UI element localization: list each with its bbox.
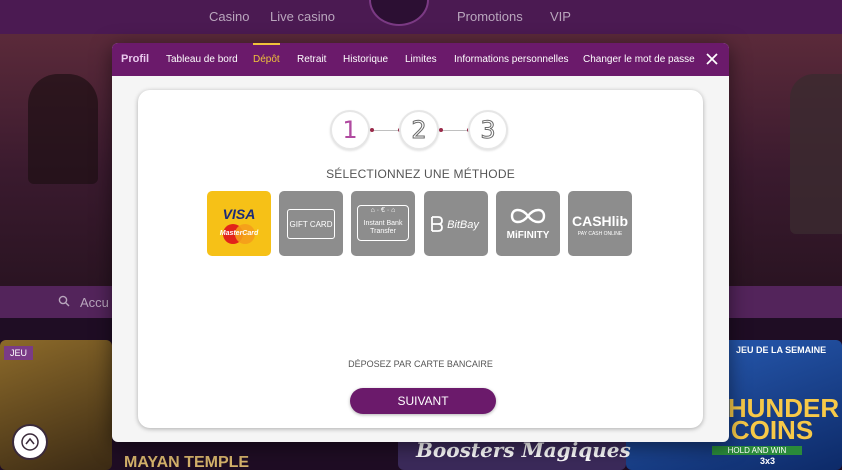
chat-icon xyxy=(21,433,39,451)
method-hint: DÉPOSEZ PAR CARTE BANCAIRE xyxy=(348,359,493,369)
game-subtitle-thunder-coins: HOLD AND WIN xyxy=(712,446,802,455)
step-3: 3 xyxy=(468,110,508,150)
hero-character-image xyxy=(790,74,842,234)
hero-dealer-image xyxy=(28,74,98,184)
tab-deposit[interactable]: Dépôt xyxy=(253,54,280,65)
site-logo[interactable] xyxy=(369,0,429,26)
close-icon[interactable] xyxy=(702,49,722,69)
bitbay-label: BitBay xyxy=(447,219,479,231)
method-bitbay[interactable]: BitBay xyxy=(424,191,488,256)
infinity-icon xyxy=(510,208,546,224)
method-instant-bank-transfer[interactable]: ⌂ · € · ⌂ Instant Bank Transfer xyxy=(351,191,415,256)
method-visa-mastercard[interactable]: VISA MasterCard xyxy=(207,191,271,256)
method-cashlib[interactable]: CASHlib PAY CASH ONLINE xyxy=(568,191,632,256)
step-2: 2 xyxy=(399,110,439,150)
game-multiplier-thunder-coins: 3x3 xyxy=(760,456,776,466)
tab-history[interactable]: Historique xyxy=(343,54,388,65)
step-1: 1 xyxy=(330,110,370,150)
tab-limits[interactable]: Limites xyxy=(405,54,437,65)
deposit-panel: 1 2 3 SÉLECTIONNEZ UNE MÉTHODE VISA Mast… xyxy=(138,90,703,428)
account-modal: Profil Tableau de bord Dépôt Retrait His… xyxy=(112,43,729,442)
active-tab-indicator xyxy=(253,43,280,45)
visa-logo-text: VISA xyxy=(222,206,256,222)
section-title: SÉLECTIONNEZ UNE MÉTHODE xyxy=(326,167,515,181)
instant-bank-label: Instant Bank Transfer xyxy=(363,220,403,235)
modal-tab-bar: Profil Tableau de bord Dépôt Retrait His… xyxy=(112,43,729,76)
step-connector xyxy=(370,128,402,132)
game-badge: JEU xyxy=(4,346,34,360)
search-icon xyxy=(58,295,70,307)
game-title-mayan-temple: MAYAN TEMPLE xyxy=(124,454,250,470)
gift-card-label: GIFT CARD xyxy=(289,220,333,229)
tab-withdrawal[interactable]: Retrait xyxy=(297,54,326,65)
nav-link-vip[interactable]: VIP xyxy=(550,9,571,24)
cashlib-label: CASHlib xyxy=(572,213,628,229)
search-input[interactable]: Accu xyxy=(80,295,109,310)
step-connector xyxy=(439,128,471,132)
next-button[interactable]: SUIVANT xyxy=(350,388,496,414)
cashlib-sublabel: PAY CASH ONLINE xyxy=(577,231,623,237)
game-title-thunder-coins: THUNDER COINS xyxy=(712,393,840,445)
help-chat-button[interactable] xyxy=(12,424,48,460)
nav-link-promotions[interactable]: Promotions xyxy=(457,9,523,24)
method-gift-card[interactable]: GIFT CARD xyxy=(279,191,343,256)
nav-link-live-casino[interactable]: Live casino xyxy=(270,9,335,24)
bank-symbol: ⌂ · € · ⌂ xyxy=(370,207,396,214)
tab-change-password[interactable]: Changer le mot de passe xyxy=(583,54,695,65)
nav-link-casino[interactable]: Casino xyxy=(209,9,249,24)
tab-personal-info[interactable]: Informations personnelles xyxy=(454,54,569,65)
mifinity-label: MiFINITY xyxy=(506,230,550,241)
top-navigation: Casino Live casino Promotions VIP xyxy=(0,0,842,34)
tab-profile[interactable]: Profil xyxy=(121,53,149,65)
mastercard-logo-text: MasterCard xyxy=(219,230,259,237)
game-of-week-badge: JEU DE LA SEMAINE xyxy=(736,345,827,355)
method-mifinity[interactable]: MiFINITY xyxy=(496,191,560,256)
tab-dashboard[interactable]: Tableau de bord xyxy=(166,54,238,65)
